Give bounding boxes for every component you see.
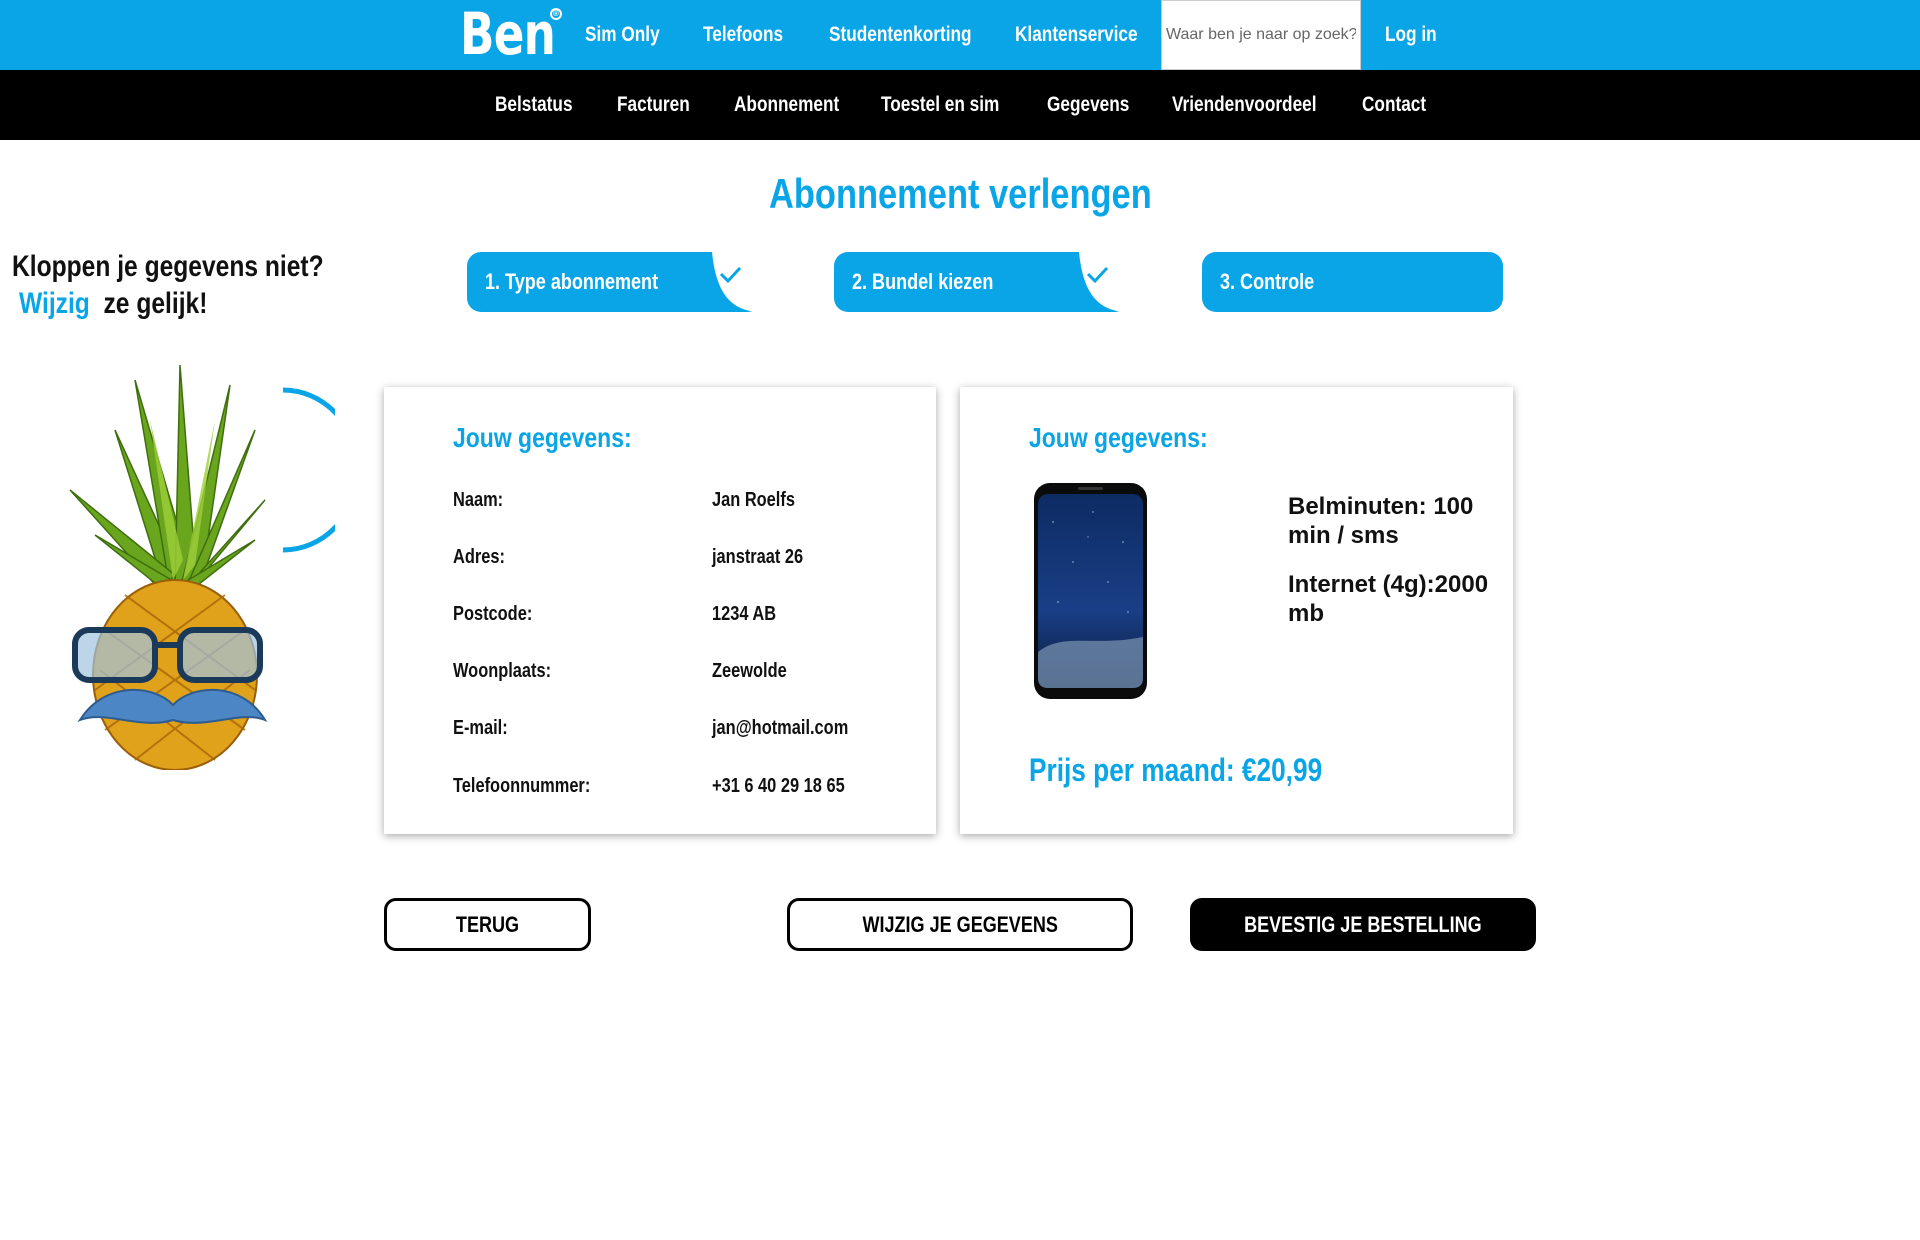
value-naam: Jan Roelfs [712, 489, 795, 511]
value-telefoonnummer: +31 6 40 29 18 65 [712, 775, 845, 797]
value-postcode: 1234 AB [712, 603, 777, 625]
step-type-abonnement[interactable]: 1. Type abonnement [467, 252, 762, 312]
pineapple-mascot-illustration [69, 364, 335, 770]
label-telefoonnummer: Telefoonnummer: [453, 775, 591, 797]
subnav-abonnement[interactable]: Abonnement [734, 70, 862, 140]
label-email: E-mail: [453, 717, 508, 739]
subnav-toestel-en-sim[interactable]: Toestel en sim [881, 70, 1025, 140]
subnav-gegevens[interactable]: Gegevens [1047, 70, 1147, 140]
label-postcode: Postcode: [453, 603, 533, 625]
step-bundel-kiezen[interactable]: 2. Bundel kiezen [834, 252, 1129, 312]
step-label: 1. Type abonnement [485, 269, 659, 294]
nav-studentenkorting[interactable]: Studentenkorting [829, 0, 1003, 70]
value-adres: janstraat 26 [712, 546, 804, 568]
login-link[interactable]: Log in [1385, 0, 1448, 70]
account-subnav: Belstatus Facturen Abonnement Toestel en… [0, 70, 1920, 140]
value-email: jan@hotmail.com [712, 717, 849, 739]
label-adres: Adres: [453, 546, 505, 568]
confirm-order-button[interactable]: BEVESTIG JE BESTELLING [1190, 898, 1536, 951]
subnav-contact[interactable]: Contact [1362, 70, 1440, 140]
step-controle[interactable]: 3. Controle [1202, 252, 1503, 312]
nav-klantenservice[interactable]: Klantenservice [1015, 0, 1164, 70]
step-label: 3. Controle [1220, 269, 1315, 294]
edit-prompt: Kloppen je gegevens niet? Wijzig ze geli… [12, 248, 392, 322]
card-title: Jouw gegevens: [1029, 422, 1208, 453]
card-title: Jouw gegevens: [453, 422, 632, 453]
spec-belminuten: Belminuten: 100 min / sms [1288, 493, 1474, 549]
price-per-month: Prijs per maand: €20,99 [1029, 752, 1323, 788]
edit-prompt-line1: Kloppen je gegevens niet? [12, 250, 324, 283]
ben-logo[interactable]: Ben [460, 4, 556, 64]
plan-details-card: Jouw gegevens: Belminuten: 100 min / sms… [960, 387, 1513, 834]
nav-sim-only[interactable]: Sim Only [585, 0, 676, 70]
label-woonplaats: Woonplaats: [453, 660, 552, 682]
subnav-vriendenvoordeel[interactable]: Vriendenvoordeel [1172, 70, 1348, 140]
page-title: Abonnement verlengen [768, 170, 1152, 217]
nav-telefoons[interactable]: Telefoons [703, 0, 801, 70]
search-input[interactable] [1161, 0, 1361, 70]
spec-internet: Internet (4g):2000 mb [1288, 571, 1489, 627]
step-label: 2. Bundel kiezen [852, 269, 994, 294]
checkmark-icon [1069, 252, 1129, 312]
label-naam: Naam: [453, 489, 504, 511]
registered-mark: ® [550, 8, 562, 20]
value-woonplaats: Zeewolde [712, 660, 787, 682]
smartphone-image [1034, 483, 1147, 699]
wijzig-link[interactable]: Wijzig [19, 287, 90, 320]
edit-prompt-line2: ze gelijk! [103, 287, 208, 320]
subnav-belstatus[interactable]: Belstatus [495, 70, 590, 140]
back-button[interactable]: TERUG [384, 898, 591, 951]
subnav-facturen[interactable]: Facturen [617, 70, 706, 140]
personal-details-card: Jouw gegevens: Naam: Jan Roelfs Adres: j… [384, 387, 936, 834]
checkmark-icon [702, 252, 762, 312]
edit-details-button[interactable]: WIJZIG JE GEGEVENS [787, 898, 1133, 951]
top-header: Ben ® Sim Only Telefoons Studentenkortin… [0, 0, 1920, 70]
